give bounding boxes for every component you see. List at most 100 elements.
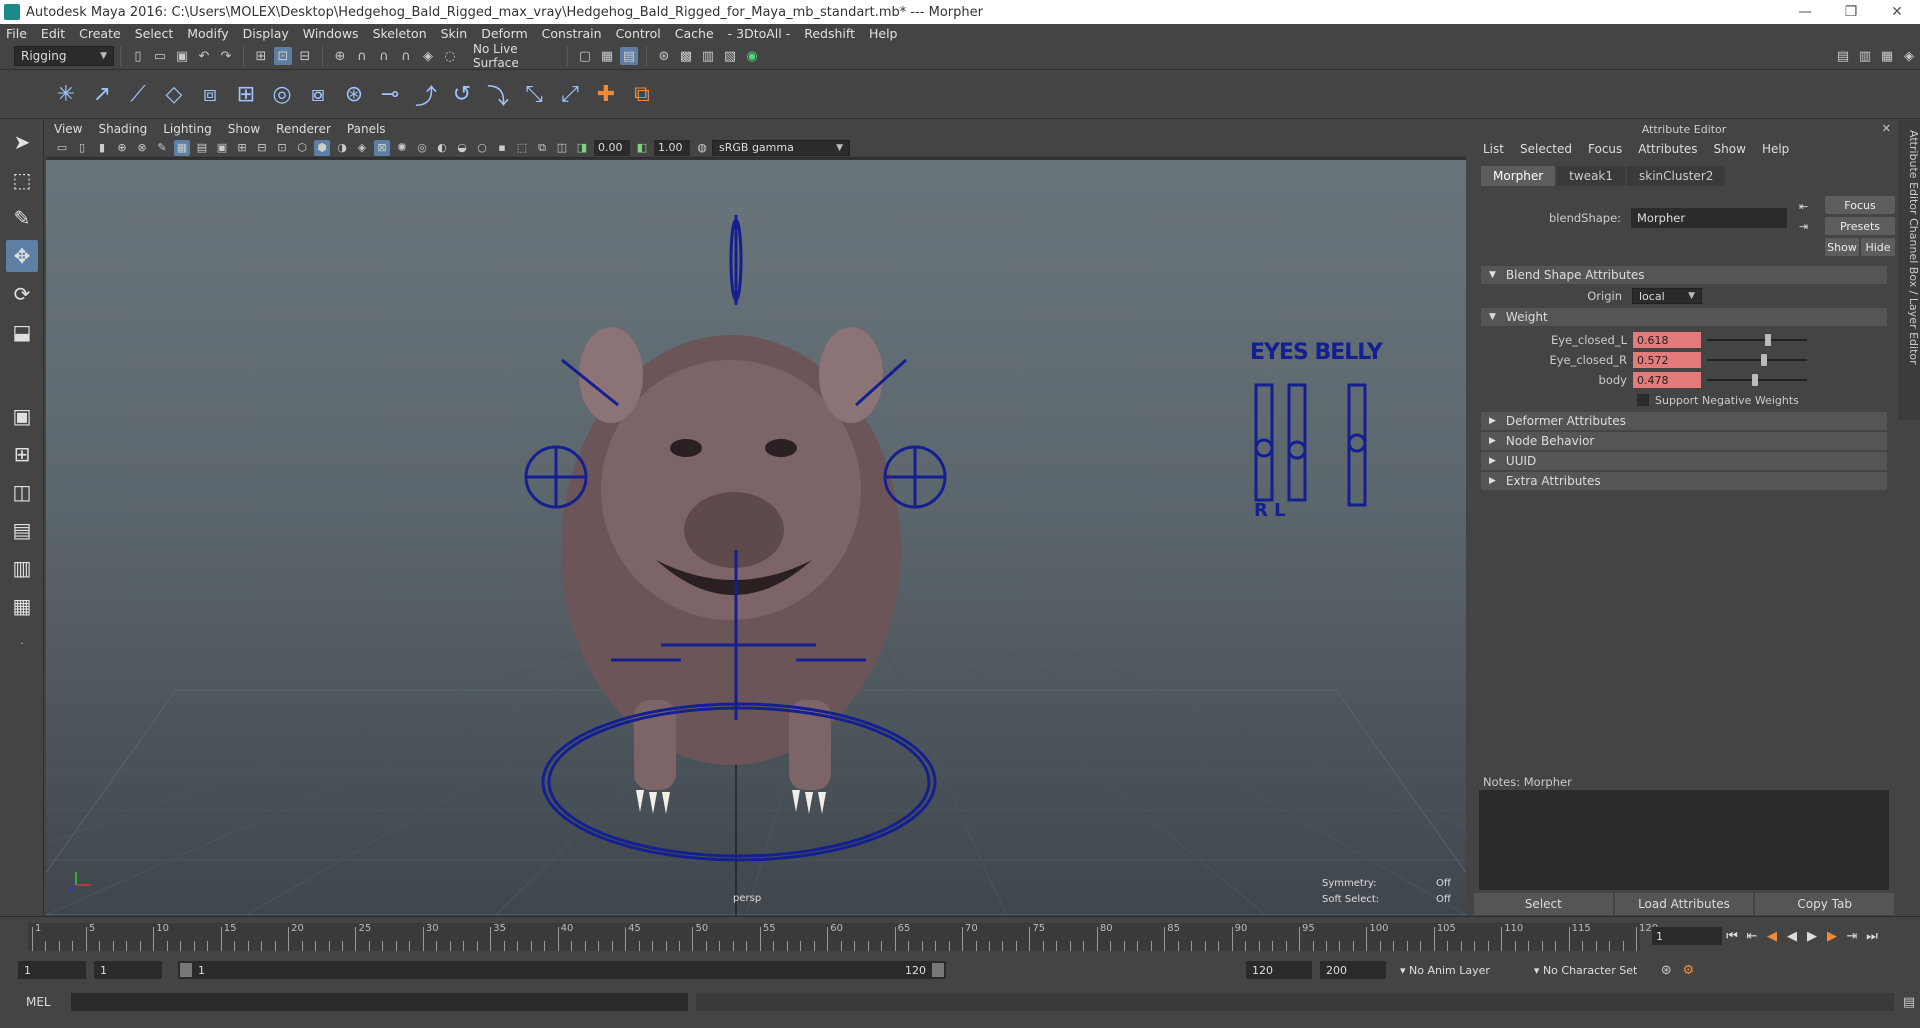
- character-set-dropdown[interactable]: ▾ No Character Set: [1534, 964, 1637, 977]
- hypershade-layout-icon[interactable]: ▦: [6, 590, 38, 622]
- ambient-occlusion-icon[interactable]: ◎: [414, 140, 430, 156]
- section-node-behavior[interactable]: ▶ Node Behavior: [1481, 432, 1887, 450]
- ik-spline-icon[interactable]: ⟋: [123, 80, 153, 110]
- snap-grid-icon[interactable]: ⊕: [331, 47, 349, 65]
- snap-view-icon[interactable]: ∩: [397, 47, 415, 65]
- outliner-layout-icon[interactable]: ▦: [1878, 47, 1896, 65]
- menu-constrain[interactable]: Constrain: [542, 26, 602, 41]
- range-slider-handle-end[interactable]: [932, 963, 944, 977]
- gamma-field[interactable]: 1.00: [654, 139, 690, 156]
- menu-modify[interactable]: Modify: [187, 26, 228, 41]
- image-plane-icon[interactable]: ⊕: [114, 140, 130, 156]
- time-ruler[interactable]: 1 5 10 15 20 25 30 35 40 45 50 55 60 65 70 75 80 85 90 95 10…: [28, 923, 1658, 951]
- smooth-skin-icon[interactable]: ◎: [267, 80, 297, 110]
- playback-end-field[interactable]: 120: [1246, 961, 1312, 979]
- lattice-icon[interactable]: ⧇: [303, 80, 333, 110]
- xray-icon[interactable]: ⬚: [514, 140, 530, 156]
- gate-mask-icon[interactable]: ⊞: [234, 140, 250, 156]
- wireframe-on-shaded-icon[interactable]: ◑: [334, 140, 350, 156]
- wireframe-icon[interactable]: ⬡: [294, 140, 310, 156]
- layout-icon[interactable]: ▤: [1834, 47, 1852, 65]
- create-joint-icon[interactable]: ✳: [51, 80, 81, 110]
- persp-outliner-layout-icon[interactable]: ▤: [6, 514, 38, 546]
- cluster-icon[interactable]: ⊛: [339, 80, 369, 110]
- step-forward-key-icon[interactable]: ⇥: [1842, 929, 1862, 944]
- bookmark-icon[interactable]: ▮: [94, 140, 110, 156]
- notes-textarea[interactable]: [1479, 790, 1889, 890]
- hide-button[interactable]: Hide: [1861, 238, 1895, 256]
- focus-button[interactable]: Focus: [1825, 196, 1895, 214]
- tab-morpher[interactable]: Morpher: [1481, 166, 1556, 186]
- ik-handle-icon[interactable]: ↗: [87, 80, 117, 110]
- live-surface-field[interactable]: No Live Surface: [467, 42, 561, 70]
- presets-button[interactable]: Presets: [1825, 217, 1895, 235]
- menu-help[interactable]: Help: [869, 26, 898, 41]
- insert-joint-icon[interactable]: ◇: [159, 80, 189, 110]
- pole-vector-icon[interactable]: ⤢: [555, 80, 585, 110]
- snap-curve-icon[interactable]: ∩: [353, 47, 371, 65]
- close-button[interactable]: ✕: [1874, 4, 1920, 20]
- workspace-icon[interactable]: ◈: [1900, 47, 1918, 65]
- maximize-button[interactable]: ❐: [1828, 4, 1874, 20]
- menu-set-dropdown[interactable]: Rigging ▼: [14, 46, 114, 66]
- viewport-menu-renderer[interactable]: Renderer: [276, 122, 331, 136]
- menu-control[interactable]: Control: [616, 26, 661, 41]
- weight-value-field[interactable]: 0.572: [1633, 352, 1701, 368]
- current-frame-field[interactable]: 1: [1652, 927, 1722, 945]
- tab-tweak1[interactable]: tweak1: [1557, 166, 1626, 186]
- parent-constraint-icon[interactable]: ⤵: [483, 80, 513, 110]
- camera-attributes-icon[interactable]: ▯: [74, 140, 90, 156]
- mirror-joint-icon[interactable]: ⧈: [195, 80, 225, 110]
- play-forwards-icon[interactable]: ▶: [1802, 929, 1822, 944]
- resolution-gate-icon[interactable]: ▣: [214, 140, 230, 156]
- film-gate-icon[interactable]: ▤: [194, 140, 210, 156]
- snap-point-icon[interactable]: ∩: [375, 47, 393, 65]
- single-pane-layout-icon[interactable]: ▣: [6, 400, 38, 432]
- step-forward-frame-icon[interactable]: ▶: [1822, 929, 1842, 944]
- section-blend-shape-attributes[interactable]: ▼ Blend Shape Attributes: [1481, 266, 1887, 284]
- point-constraint-icon[interactable]: ⊸: [375, 80, 405, 110]
- script-editor-icon[interactable]: ▤: [1900, 993, 1918, 1011]
- color-management-icon[interactable]: ◍: [694, 140, 710, 156]
- weight-value-field[interactable]: 0.478: [1633, 372, 1701, 388]
- playback-start-field[interactable]: 1: [94, 961, 162, 979]
- exposure-field[interactable]: 0.00: [594, 139, 630, 156]
- anim-layer-dropdown[interactable]: ▾ No Anim Layer: [1400, 964, 1490, 977]
- grease-pencil-icon[interactable]: ✎: [154, 140, 170, 156]
- isolate-select-icon[interactable]: ▪: [494, 140, 510, 156]
- play-backwards-icon[interactable]: ◀: [1782, 929, 1802, 944]
- menu-cache[interactable]: Cache: [675, 26, 714, 41]
- open-scene-icon[interactable]: ▭: [151, 47, 169, 65]
- animation-start-field[interactable]: 1: [18, 961, 86, 979]
- weight-value-field[interactable]: 0.618: [1633, 332, 1701, 348]
- section-uuid[interactable]: ▶ UUID: [1481, 452, 1887, 470]
- four-pane-layout-icon[interactable]: ⊞: [6, 438, 38, 470]
- hypershade-icon[interactable]: ▩: [677, 47, 695, 65]
- ae-menu-selected[interactable]: Selected: [1520, 142, 1572, 156]
- weight-slider[interactable]: [1707, 332, 1807, 348]
- render-setup-icon[interactable]: ▧: [721, 47, 739, 65]
- orient-constraint-icon[interactable]: ↺: [447, 80, 477, 110]
- move-tool-icon[interactable]: ✥: [6, 240, 38, 272]
- viewport-menu-lighting[interactable]: Lighting: [163, 122, 212, 136]
- undo-icon[interactable]: ↶: [195, 47, 213, 65]
- menu-file[interactable]: File: [6, 26, 27, 41]
- step-back-frame-icon[interactable]: ◀: [1762, 929, 1782, 944]
- bind-skin-icon[interactable]: ⊞: [231, 80, 261, 110]
- render-view-icon[interactable]: ▥: [699, 47, 717, 65]
- auto-key-icon[interactable]: ⊛: [1657, 961, 1675, 979]
- menu-create[interactable]: Create: [79, 26, 121, 41]
- side-by-side-layout-icon[interactable]: ◫: [6, 476, 38, 508]
- ipr-render-icon[interactable]: ▤: [620, 47, 638, 65]
- section-extra-attributes[interactable]: ▶ Extra Attributes: [1481, 472, 1887, 490]
- range-slider-handle-start[interactable]: [180, 963, 192, 977]
- go-to-start-icon[interactable]: ⏮: [1722, 929, 1742, 944]
- ae-menu-attributes[interactable]: Attributes: [1638, 142, 1697, 156]
- support-negative-checkbox[interactable]: [1637, 394, 1649, 406]
- render-settings-icon[interactable]: ⊛: [655, 47, 673, 65]
- viewport-menu-panels[interactable]: Panels: [347, 122, 386, 136]
- lasso-tool-icon[interactable]: ⬚: [6, 164, 38, 196]
- two-d-pan-icon[interactable]: ⊗: [134, 140, 150, 156]
- select-component-icon[interactable]: ⊟: [296, 47, 314, 65]
- gamma-icon[interactable]: ◧: [634, 140, 650, 156]
